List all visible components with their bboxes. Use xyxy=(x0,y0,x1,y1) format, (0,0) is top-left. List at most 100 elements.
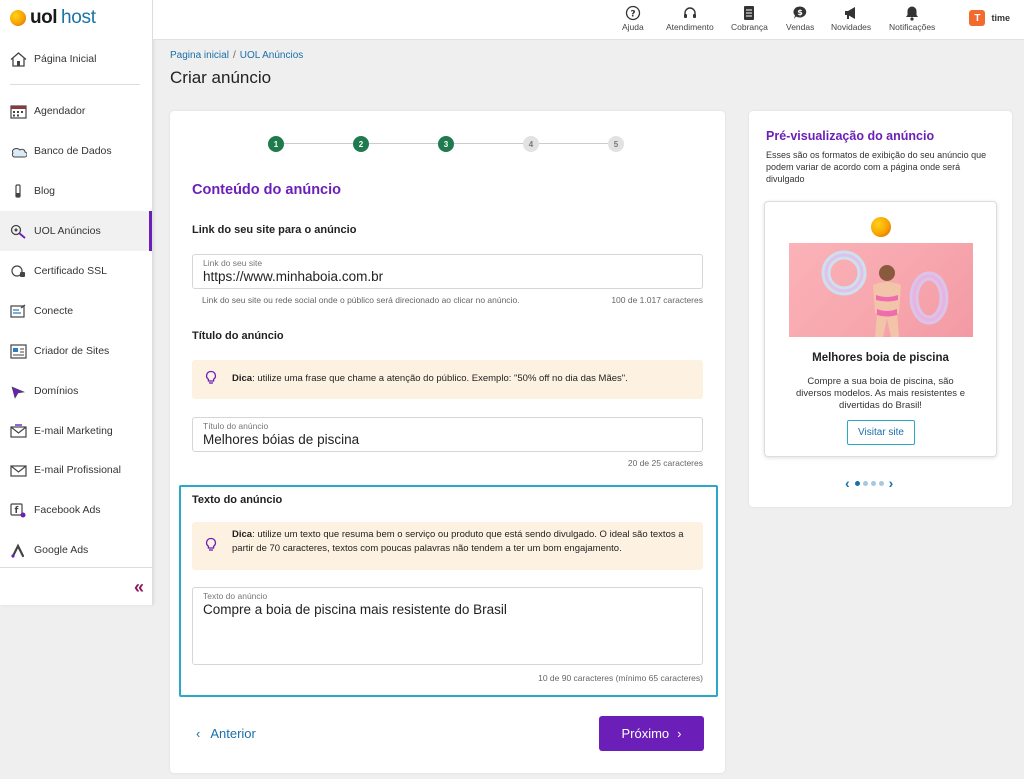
stepper-line xyxy=(454,143,523,144)
text-section: Texto do anúncio Dica: utilize um texto … xyxy=(179,485,718,697)
ad-image xyxy=(789,243,973,337)
chevron-left-icon: ‹ xyxy=(196,726,201,741)
preview-pager: ‹ › xyxy=(845,475,893,491)
sidebar-divider xyxy=(10,84,140,85)
preview-page-dot[interactable] xyxy=(870,480,876,486)
sidebar-footer: « xyxy=(0,567,152,605)
stepper-line xyxy=(284,143,353,144)
step-3[interactable]: 3 xyxy=(438,136,454,152)
back-button[interactable]: ‹ Anterior xyxy=(196,726,256,741)
google-ads-icon xyxy=(10,542,27,559)
uolhost-logo[interactable]: uol host xyxy=(10,7,96,29)
conecte-icon xyxy=(10,303,27,320)
sidebar-item-label: Conecte xyxy=(34,305,74,317)
text-field-value[interactable]: Compre a boia de piscina mais resistente… xyxy=(203,602,507,617)
preview-page-dot[interactable] xyxy=(862,480,868,486)
sidebar-item-e-mail-marketing[interactable]: E-mail Marketing xyxy=(0,411,152,451)
step-4: 4 xyxy=(523,136,539,152)
database-icon xyxy=(10,143,27,160)
step-1[interactable]: 1 xyxy=(268,136,284,152)
step-2[interactable]: 2 xyxy=(353,136,369,152)
lightbulb-icon xyxy=(205,537,217,558)
page-title: Criar anúncio xyxy=(170,68,272,87)
ad-preview-panel: Pré-visualização do anúncio Esses são os… xyxy=(749,111,1012,507)
sidebar: uol host Página Inicial Agendador Banco d… xyxy=(0,0,153,605)
email-marketing-icon xyxy=(10,423,27,440)
sidebar-item-banco-de-dados[interactable]: Banco de Dados xyxy=(0,131,152,171)
text-field-label: Texto do anúncio xyxy=(203,591,268,601)
text-char-counter: 10 de 90 caracteres (mínimo 65 caractere… xyxy=(538,673,703,683)
sales-label: Vendas xyxy=(786,22,815,32)
breadcrumb-separator: / xyxy=(232,50,236,61)
billing-button[interactable]: Cobrança xyxy=(731,4,768,34)
collapse-sidebar-button[interactable]: « xyxy=(134,577,144,598)
sidebar-item-label: Domínios xyxy=(34,385,79,397)
sidebar-item-e-mail-profissional[interactable]: E-mail Profissional xyxy=(0,450,152,490)
support-button[interactable]: Atendimento xyxy=(666,4,714,34)
ad-preview-description: Compre a sua boia de piscina, são divers… xyxy=(796,376,965,411)
sidebar-item-home[interactable]: Página Inicial xyxy=(0,46,152,72)
sidebar-item-dominios[interactable]: Domínios xyxy=(0,371,152,411)
visit-site-button[interactable]: Visitar site xyxy=(847,420,915,445)
svg-text:$: $ xyxy=(797,8,803,17)
next-button[interactable]: Próximo › xyxy=(599,716,704,751)
notifications-button[interactable]: Notificações xyxy=(889,4,935,34)
section-title: Conteúdo do anúncio xyxy=(192,182,342,198)
preview-page-dot[interactable] xyxy=(878,480,884,486)
sidebar-item-conecte[interactable]: Conecte xyxy=(0,291,152,331)
help-label: Ajuda xyxy=(622,22,644,32)
calendar-icon xyxy=(10,103,27,120)
breadcrumb-home-link[interactable]: Pagina inicial xyxy=(170,50,229,61)
link-helper-text: Link do seu site ou rede social onde o p… xyxy=(202,295,520,305)
title-char-counter: 20 de 25 caracteres xyxy=(627,458,703,468)
sidebar-item-criador-de-sites[interactable]: Criador de Sites xyxy=(0,331,152,371)
megaphone-icon xyxy=(843,4,859,22)
sidebar-item-label: Página Inicial xyxy=(34,53,97,65)
sidebar-item-agendador[interactable]: Agendador xyxy=(0,91,152,131)
stepper: 1 2 3 4 5 xyxy=(268,136,624,152)
sidebar-item-label: UOL Anúncios xyxy=(34,225,101,237)
sales-button[interactable]: $ Vendas xyxy=(786,4,814,34)
invoice-icon xyxy=(742,4,756,22)
sidebar-item-certificado-ssl[interactable]: Certificado SSL xyxy=(0,251,152,291)
breadcrumb: Pagina inicial / UOL Anúncios xyxy=(170,50,303,61)
lightbulb-icon xyxy=(205,370,217,391)
news-label: Novidades xyxy=(831,22,872,32)
news-button[interactable]: Novidades xyxy=(831,4,871,34)
account-badge: T xyxy=(969,10,986,26)
next-format-button[interactable]: › xyxy=(889,475,894,491)
title-field-value[interactable]: Melhores bóias de piscina xyxy=(203,432,359,447)
home-icon xyxy=(10,51,27,68)
link-field[interactable]: Link do seu site https://www.minhaboia.c… xyxy=(192,254,703,289)
notifications-label: Notificações xyxy=(889,22,936,32)
sidebar-item-label: Google Ads xyxy=(34,544,89,556)
text-tip: Dica: utilize um texto que resuma bem o … xyxy=(192,522,703,570)
stepper-line xyxy=(369,143,438,144)
create-ad-form: 1 2 3 4 5 Conteúdo do anúncio Link do se… xyxy=(170,111,725,773)
stepper-line xyxy=(539,143,608,144)
topbar: ? Ajuda Atendimento Cobrança $ Vendas No… xyxy=(153,0,1024,40)
sidebar-item-google-ads[interactable]: Google Ads xyxy=(0,530,152,570)
title-field[interactable]: Título do anúncio Melhores bóias de pisc… xyxy=(192,417,703,452)
uol-logo-icon xyxy=(10,10,26,26)
ads-icon xyxy=(10,223,27,240)
sidebar-item-label: Facebook Ads xyxy=(34,504,101,516)
ad-preview-card: Melhores boia de piscina Compre a sua bo… xyxy=(764,201,997,457)
title-tip-text: Dica: utilize uma frase que chame a aten… xyxy=(232,373,628,384)
breadcrumb-current[interactable]: UOL Anúncios xyxy=(240,50,304,61)
help-button[interactable]: ? Ajuda xyxy=(622,4,644,34)
preview-description: Esses são os formatos de exibição do seu… xyxy=(766,150,987,184)
sales-icon: $ xyxy=(792,4,808,22)
link-field-value[interactable]: https://www.minhaboia.com.br xyxy=(203,269,383,284)
ad-preview-title: Melhores boia de piscina xyxy=(812,352,949,364)
sidebar-item-label: E-mail Profissional xyxy=(34,464,121,476)
previous-format-button[interactable]: ‹ xyxy=(845,475,850,491)
preview-page-dot[interactable] xyxy=(854,480,860,486)
sidebar-item-facebook-ads[interactable]: f Facebook Ads xyxy=(0,490,152,530)
sidebar-item-blog[interactable]: Blog xyxy=(0,171,152,211)
text-heading: Texto do anúncio xyxy=(192,494,283,506)
text-field[interactable]: Texto do anúncio Compre a boia de piscin… xyxy=(192,587,703,665)
account-menu[interactable]: T time xyxy=(969,10,1010,26)
headset-icon xyxy=(682,4,698,22)
sidebar-item-uol-anuncios[interactable]: UOL Anúncios xyxy=(0,211,152,251)
